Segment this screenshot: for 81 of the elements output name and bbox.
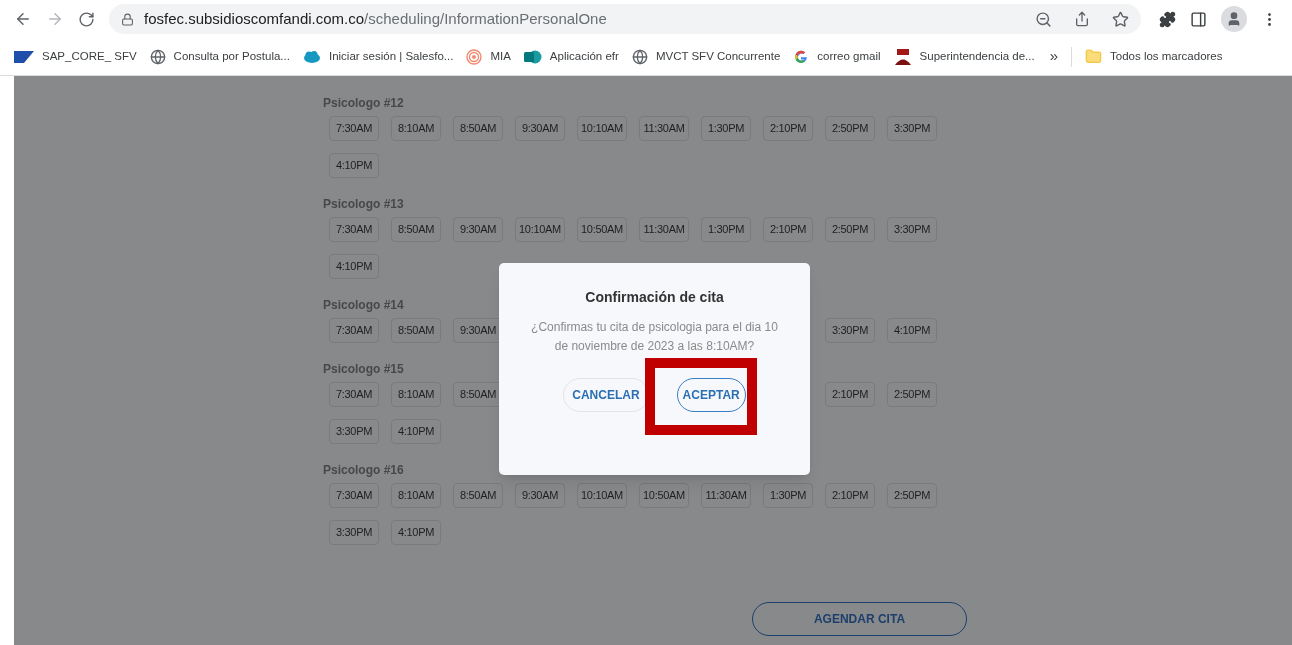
- time-slot-button[interactable]: 2:50PM: [887, 382, 937, 407]
- time-slot-button[interactable]: 2:10PM: [825, 483, 875, 508]
- time-slot-button[interactable]: 4:10PM: [391, 419, 441, 444]
- time-slot-button[interactable]: 4:10PM: [329, 153, 379, 178]
- time-slot-button[interactable]: 11:30AM: [639, 217, 689, 242]
- time-slot-button[interactable]: 7:30AM: [329, 382, 379, 407]
- time-slot-button[interactable]: 3:30PM: [329, 520, 379, 545]
- bookmark-link[interactable]: MVCT SFV Concurrente: [655, 47, 781, 66]
- dialog-message: ¿Confirmas tu cita de psicologia para el dia 10 de noviembre de 2023 a las 8:10AM?: [530, 319, 779, 355]
- time-slot-button[interactable]: 4:10PM: [887, 318, 937, 343]
- lock-icon: [121, 12, 134, 26]
- extensions-icon[interactable]: [1159, 10, 1176, 28]
- time-slot-button[interactable]: 3:30PM: [887, 217, 937, 242]
- time-slot-button[interactable]: 8:50AM: [391, 217, 441, 242]
- reload-icon[interactable]: [78, 10, 95, 28]
- time-slot-button[interactable]: 11:30AM: [701, 483, 751, 508]
- sap-logo-icon: [14, 50, 34, 63]
- address-bar[interactable]: fosfec.subsidioscomfandi.com.co/scheduling/InformationPersonalOne: [109, 4, 1141, 34]
- bookmark-link[interactable]: Aplicación efr: [549, 47, 619, 66]
- globe-icon: [149, 48, 166, 65]
- time-slot-button[interactable]: 10:10AM: [577, 483, 627, 508]
- google-icon: [793, 48, 810, 65]
- time-slot-button[interactable]: 2:50PM: [825, 217, 875, 242]
- more-bookmarks-button[interactable]: »: [1049, 45, 1058, 68]
- time-slot-button[interactable]: 3:30PM: [329, 419, 379, 444]
- cloud-icon: [302, 50, 321, 63]
- time-slot-button[interactable]: 10:50AM: [639, 483, 689, 508]
- psychologist-heading: Psicologo #16: [323, 462, 404, 479]
- bookmark-link[interactable]: Superintendencia de...: [919, 47, 1035, 66]
- back-icon[interactable]: [14, 10, 32, 28]
- all-bookmarks-link[interactable]: Todos los marcadores: [1110, 47, 1223, 66]
- psychologist-heading: Psicologo #14: [323, 297, 404, 314]
- time-slot-button[interactable]: 7:30AM: [329, 483, 379, 508]
- time-slot-button[interactable]: 3:30PM: [825, 318, 875, 343]
- time-slot-button[interactable]: 4:10PM: [391, 520, 441, 545]
- bookmark-link[interactable]: SAP_CORE_ SFV: [42, 47, 137, 66]
- time-slot-button[interactable]: 3:30PM: [887, 116, 937, 141]
- url-text: fosfec.subsidioscomfandi.com.co/scheduling/InformationPersonalOne: [144, 8, 607, 29]
- time-slot-button[interactable]: 9:30AM: [453, 217, 503, 242]
- time-slot-button[interactable]: 8:10AM: [391, 483, 441, 508]
- time-slot-button[interactable]: 10:10AM: [515, 217, 565, 242]
- time-slot-button[interactable]: 11:30AM: [639, 116, 689, 141]
- bookmark-link[interactable]: MIA: [490, 47, 511, 66]
- dialog-title: Confirmación de cita: [585, 288, 724, 307]
- time-slot-button[interactable]: 8:50AM: [453, 483, 503, 508]
- time-slot-button[interactable]: 2:50PM: [887, 483, 937, 508]
- psychologist-heading: Psicologo #15: [323, 361, 404, 378]
- time-slot-button[interactable]: 10:50AM: [577, 217, 627, 242]
- time-slot-button[interactable]: 8:10AM: [391, 382, 441, 407]
- time-slot-button[interactable]: 2:10PM: [825, 382, 875, 407]
- psychologist-heading: Psicologo #12: [323, 95, 404, 112]
- time-slot-button[interactable]: 1:30PM: [701, 217, 751, 242]
- time-slot-button[interactable]: 10:10AM: [577, 116, 627, 141]
- bookmark-star-icon[interactable]: [1112, 10, 1129, 28]
- psychologist-heading: Psicologo #13: [323, 196, 404, 213]
- zoom-out-icon[interactable]: [1035, 10, 1052, 28]
- time-slot-button[interactable]: 1:30PM: [763, 483, 813, 508]
- time-slot-button[interactable]: 9:30AM: [515, 116, 565, 141]
- profile-avatar[interactable]: [1221, 6, 1247, 32]
- share-icon[interactable]: [1074, 11, 1090, 27]
- time-slot-button[interactable]: 1:30PM: [701, 116, 751, 141]
- bookmark-link[interactable]: Iniciar sesión | Salesfo...: [328, 47, 454, 66]
- globe-icon: [631, 48, 648, 65]
- side-panel-icon[interactable]: [1190, 10, 1207, 28]
- time-slot-button[interactable]: 2:50PM: [825, 116, 875, 141]
- time-slot-button[interactable]: 9:30AM: [515, 483, 565, 508]
- bookmark-link[interactable]: Consulta por Postula...: [173, 47, 290, 66]
- sharepoint-icon: [523, 48, 542, 65]
- time-slot-button[interactable]: 7:30AM: [329, 318, 379, 343]
- time-slot-button[interactable]: 8:50AM: [391, 318, 441, 343]
- bookmark-link[interactable]: correo gmail: [817, 47, 881, 66]
- time-slot-button[interactable]: 8:50AM: [453, 116, 503, 141]
- time-slot-button[interactable]: 7:30AM: [329, 217, 379, 242]
- time-slot-button[interactable]: 4:10PM: [329, 254, 379, 279]
- emblem-icon: [893, 47, 912, 66]
- time-slot-button[interactable]: 2:10PM: [763, 217, 813, 242]
- concentric-circles-icon: [466, 48, 483, 65]
- time-slot-button[interactable]: 7:30AM: [329, 116, 379, 141]
- folder-icon: [1085, 48, 1102, 65]
- time-slot-button[interactable]: 8:10AM: [391, 116, 441, 141]
- time-slot-button[interactable]: 2:10PM: [763, 116, 813, 141]
